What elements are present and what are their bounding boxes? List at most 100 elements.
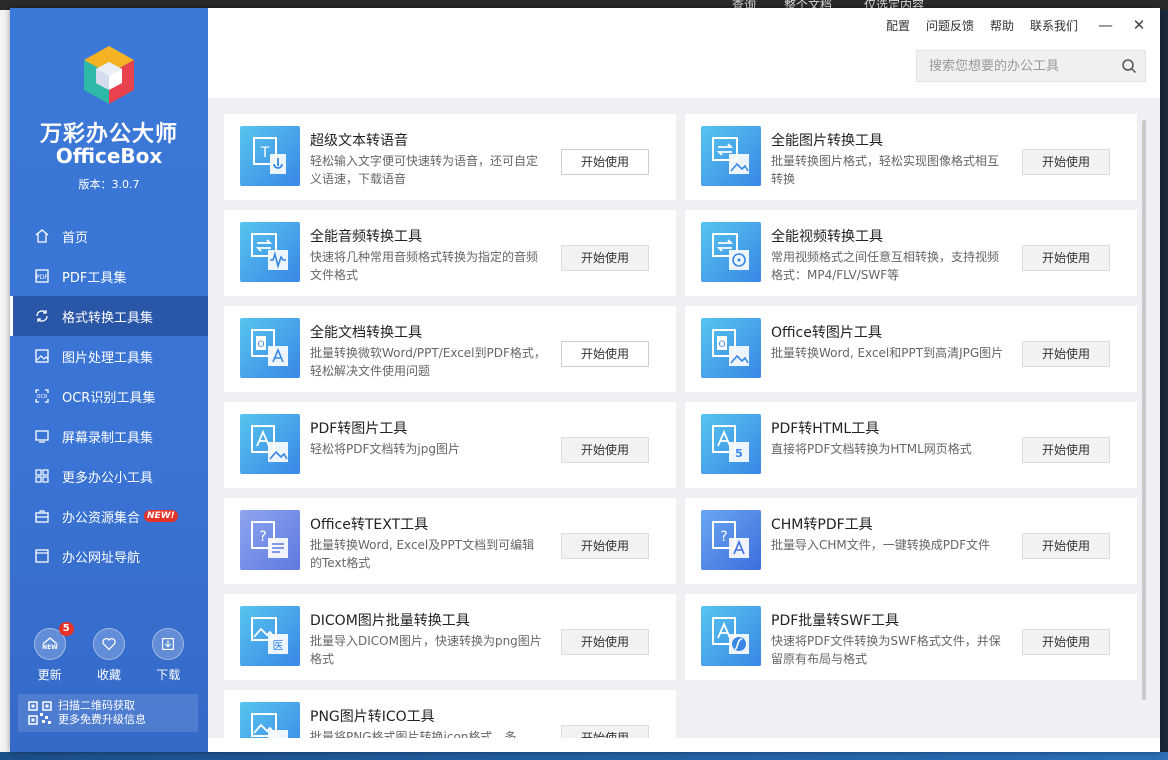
feedback-link[interactable]: 问题反馈 — [926, 17, 974, 34]
tool-name: PDF转HTML工具 — [771, 421, 880, 437]
svg-text:T: T — [260, 145, 270, 161]
search-icon[interactable] — [1121, 58, 1137, 74]
tool-desc: 快速将PDF文件转换为SWF格式文件，并保留原有布局与格式 — [771, 634, 1001, 666]
svg-text:NEW: NEW — [42, 644, 58, 651]
sidebar-item-label: 屏幕录制工具集 — [62, 430, 154, 446]
start-button[interactable]: 开始使用 — [561, 149, 649, 175]
sidebar-nav: 首页 PDF PDF工具集 格式转换工具集 图片处理工具集 OCR OCR识别工… — [10, 216, 208, 576]
sidebar-item-label: 首页 — [62, 230, 89, 246]
video-convert-icon — [701, 222, 761, 282]
ocr-icon: OCR — [34, 388, 50, 404]
start-button[interactable]: 开始使用 — [561, 437, 649, 463]
update-button[interactable]: NEW 5 更新 — [33, 622, 74, 683]
sidebar-item-home[interactable]: 首页 — [10, 216, 208, 256]
tool-name: PDF批量转SWF工具 — [771, 613, 900, 629]
sidebar-item-ocr-tools[interactable]: OCR OCR识别工具集 — [10, 376, 208, 416]
svg-text:O: O — [257, 340, 264, 350]
start-button[interactable]: 开始使用 — [561, 629, 649, 655]
tool-name: Office转TEXT工具 — [310, 517, 429, 533]
content-scrollbar[interactable] — [1142, 120, 1146, 700]
download-button[interactable]: 下载 — [152, 628, 185, 683]
tool-card-pdf-to-swf: PDF批量转SWF工具 快速将PDF文件转换为SWF格式文件，并保留原有布局与格… — [685, 594, 1137, 680]
tool-desc: 轻松将PDF文档转为jpg图片 — [310, 442, 460, 456]
officebox-logo-icon — [84, 46, 134, 104]
new-badge: NEW! — [144, 510, 178, 522]
favorites-label: 收藏 — [96, 668, 121, 682]
close-button[interactable]: ✕ — [1132, 16, 1146, 34]
tool-card-png-to-ico: PNG图片转ICO工具 批量将PNG格式图片转换icon格式，多 开始使用 — [224, 690, 676, 738]
sidebar-item-pdf-tools[interactable]: PDF PDF工具集 — [10, 256, 208, 296]
contact-link[interactable]: 联系我们 — [1030, 17, 1078, 34]
tool-desc: 批量转换Word, Excel和PPT到高清JPG图片 — [771, 346, 1004, 360]
favorites-button[interactable]: 收藏 — [92, 628, 125, 683]
svg-text:5: 5 — [735, 447, 743, 460]
pdf-to-swf-icon — [701, 606, 761, 666]
window-icon — [34, 548, 50, 564]
sidebar-item-screen-record[interactable]: 屏幕录制工具集 — [10, 416, 208, 456]
tool-desc: 快速将几种常用音频格式转换为指定的音频文件格式 — [310, 250, 539, 282]
settings-link[interactable]: 配置 — [886, 17, 910, 34]
version-label: 版本：3.0.7 — [78, 178, 140, 191]
tool-desc: 批量转换Word, Excel及PPT文档到可编辑的Text格式 — [310, 538, 535, 570]
tool-desc: 批量转换微软Word/PPT/Excel到PDF格式，轻松解决文件使用问题 — [310, 346, 546, 378]
start-button[interactable]: 开始使用 — [1022, 437, 1110, 463]
tool-name: 全能音频转换工具 — [310, 229, 422, 245]
start-button[interactable]: 开始使用 — [561, 725, 649, 738]
png-to-ico-icon — [240, 702, 300, 738]
tool-desc: 直接将PDF文档转换为HTML网页格式 — [771, 442, 972, 456]
screen-icon — [34, 428, 50, 444]
image-icon — [34, 348, 50, 364]
svg-text:?: ? — [720, 529, 727, 545]
office-to-image-icon: O — [701, 318, 761, 378]
minimize-button[interactable]: — — [1098, 16, 1113, 34]
start-button[interactable]: 开始使用 — [1022, 341, 1110, 367]
dicom-convert-icon: 医 — [240, 606, 300, 666]
download-icon — [152, 628, 185, 660]
update-label: 更新 — [37, 668, 62, 682]
briefcase-icon — [34, 508, 50, 524]
start-button[interactable]: 开始使用 — [1022, 629, 1110, 655]
sidebar-item-more-tools[interactable]: 更多办公小工具 — [10, 456, 208, 496]
svg-text:医: 医 — [273, 639, 284, 652]
svg-text:?: ? — [259, 529, 266, 545]
image-convert-icon — [701, 126, 761, 186]
sidebar-item-image-tools[interactable]: 图片处理工具集 — [10, 336, 208, 376]
sidebar-item-label: 格式转换工具集 — [62, 310, 154, 326]
sidebar-item-resources[interactable]: 办公资源集合 NEW! — [10, 496, 208, 536]
sidebar-item-label: 办公网址导航 — [62, 550, 141, 566]
tool-card-video-convert: 全能视频转换工具 常用视频格式之间任意互相转换，支持视频格式：MP4/FLV/S… — [685, 210, 1137, 296]
tool-name: 全能视频转换工具 — [771, 229, 883, 245]
sidebar-actions: NEW 5 更新 收藏 下载 — [10, 622, 208, 683]
svg-text:OCR: OCR — [37, 394, 48, 400]
start-button[interactable]: 开始使用 — [561, 245, 649, 271]
topbar: 配置 问题反馈 帮助 联系我们 — ✕ — [208, 8, 1160, 98]
start-button[interactable]: 开始使用 — [1022, 245, 1110, 271]
heart-icon — [92, 628, 125, 660]
tool-name: PDF转图片工具 — [310, 421, 408, 437]
search-input[interactable] — [917, 57, 1121, 75]
pdf-to-image-icon — [240, 414, 300, 474]
start-button[interactable]: 开始使用 — [1022, 149, 1110, 175]
qr-promo[interactable]: 扫描二维码获取 更多免费升级信息 — [18, 694, 198, 732]
sidebar-item-label: 图片处理工具集 — [62, 350, 154, 366]
tool-name: Office转图片工具 — [771, 325, 882, 341]
tool-card-doc-convert: O 全能文档转换工具 批量转换微软Word/PPT/Excel到PDF格式，轻松… — [224, 306, 676, 392]
tool-desc: 常用视频格式之间任意互相转换，支持视频格式：MP4/FLV/SWF等 — [771, 250, 1000, 282]
tool-name: PNG图片转ICO工具 — [310, 709, 435, 725]
sidebar-item-web-nav[interactable]: 办公网址导航 — [10, 536, 208, 576]
qr-code-icon — [28, 701, 52, 725]
download-label: 下载 — [156, 668, 181, 682]
tool-desc: 批量转换图片格式，轻松实现图像格式相互转换 — [771, 154, 1000, 186]
sidebar-item-label: 办公资源集合 — [62, 510, 141, 526]
sidebar-item-label: PDF工具集 — [62, 270, 127, 286]
sidebar: 万彩办公大师 OfficeBox 版本：3.0.7 首页 PDF PDF工具集 … — [10, 8, 208, 752]
help-link[interactable]: 帮助 — [990, 17, 1014, 34]
start-button[interactable]: 开始使用 — [561, 341, 649, 367]
tool-name: CHM转PDF工具 — [771, 517, 873, 533]
start-button[interactable]: 开始使用 — [1022, 533, 1110, 559]
sidebar-item-label: OCR识别工具集 — [62, 390, 156, 406]
start-button[interactable]: 开始使用 — [561, 533, 649, 559]
sidebar-item-format-convert[interactable]: 格式转换工具集 — [10, 296, 208, 336]
tool-card-office-to-image: O Office转图片工具 批量转换Word, Excel和PPT到高清JPG图… — [685, 306, 1137, 392]
tool-card-chm-to-pdf: ? CHM转PDF工具 批量导入CHM文件，一键转换成PDF文件 开始使用 — [685, 498, 1137, 584]
